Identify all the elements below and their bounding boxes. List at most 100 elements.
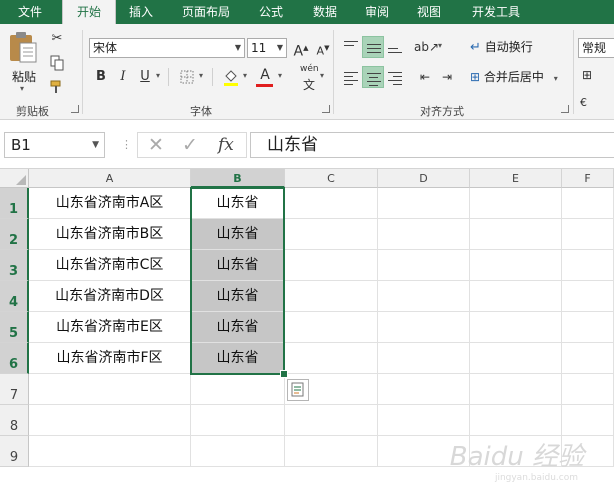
- cell-d6[interactable]: [378, 343, 470, 374]
- borders-button[interactable]: [176, 66, 198, 88]
- row-header-7[interactable]: 7: [0, 374, 29, 405]
- cell-e2[interactable]: [470, 219, 562, 250]
- column-header-b[interactable]: B: [191, 169, 285, 188]
- column-header-a[interactable]: A: [29, 169, 191, 188]
- tab-formulas[interactable]: 公式: [248, 0, 294, 24]
- cell-a6[interactable]: 山东省济南市F区: [29, 343, 191, 374]
- cell-c3[interactable]: [285, 250, 378, 281]
- tab-file[interactable]: 文件: [0, 0, 60, 24]
- tab-insert[interactable]: 插入: [118, 0, 164, 24]
- column-header-d[interactable]: D: [378, 169, 470, 188]
- phonetic-guide-button[interactable]: wén: [300, 64, 319, 74]
- align-center-button[interactable]: [362, 66, 384, 88]
- column-header-e[interactable]: E: [470, 169, 562, 188]
- cell-e7[interactable]: [470, 374, 562, 405]
- font-size-select[interactable]: 11 ▼: [247, 38, 287, 58]
- paste-button[interactable]: 粘贴 ▾: [6, 30, 42, 96]
- chevron-down-icon[interactable]: ▾: [243, 71, 247, 80]
- cell-d4[interactable]: [378, 281, 470, 312]
- row-header-8[interactable]: 8: [0, 405, 29, 436]
- cell-d2[interactable]: [378, 219, 470, 250]
- font-launcher-icon[interactable]: [322, 105, 330, 113]
- insert-function-button[interactable]: fx: [218, 133, 234, 157]
- tab-review[interactable]: 审阅: [354, 0, 400, 24]
- cell-a5[interactable]: 山东省济南市E区: [29, 312, 191, 343]
- underline-button[interactable]: U: [134, 66, 156, 88]
- cell-d3[interactable]: [378, 250, 470, 281]
- cell-b9[interactable]: [191, 436, 285, 467]
- cell-b8[interactable]: [191, 405, 285, 436]
- cancel-button[interactable]: ✕: [148, 133, 164, 157]
- cell-a7[interactable]: [29, 374, 191, 405]
- cut-button[interactable]: ✂: [46, 28, 68, 50]
- align-top-button[interactable]: [340, 36, 362, 58]
- cell-a8[interactable]: [29, 405, 191, 436]
- row-header-2[interactable]: 2: [0, 219, 29, 250]
- column-header-c[interactable]: C: [285, 169, 378, 188]
- font-name-select[interactable]: 宋体 ▼: [89, 38, 245, 58]
- font-color-button[interactable]: A: [254, 64, 276, 86]
- tab-developer[interactable]: 开发工具: [460, 0, 532, 24]
- cell-e8[interactable]: [470, 405, 562, 436]
- cell-c1[interactable]: [285, 188, 378, 219]
- cell-f8[interactable]: [562, 405, 614, 436]
- copy-button[interactable]: [46, 52, 68, 74]
- cell-e6[interactable]: [470, 343, 562, 374]
- auto-fill-options-button[interactable]: [287, 379, 309, 401]
- chevron-down-icon[interactable]: ▾: [278, 71, 282, 80]
- cell-f5[interactable]: [562, 312, 614, 343]
- cell-d7[interactable]: [378, 374, 470, 405]
- bold-button[interactable]: B: [90, 66, 112, 88]
- cell-f7[interactable]: [562, 374, 614, 405]
- cell-b7[interactable]: [191, 374, 285, 405]
- cell-f2[interactable]: [562, 219, 614, 250]
- chevron-down-icon[interactable]: ▼: [92, 133, 99, 157]
- cell-a1[interactable]: 山东省济南市A区: [29, 188, 191, 219]
- cell-e5[interactable]: [470, 312, 562, 343]
- increase-indent-button[interactable]: ⇥: [436, 66, 458, 88]
- fill-color-button[interactable]: [220, 66, 242, 88]
- formula-input[interactable]: 山东省: [250, 132, 614, 158]
- cell-c4[interactable]: [285, 281, 378, 312]
- cell-a9[interactable]: [29, 436, 191, 467]
- italic-button[interactable]: I: [112, 66, 134, 88]
- row-header-3[interactable]: 3: [0, 250, 29, 281]
- cell-d1[interactable]: [378, 188, 470, 219]
- row-header-9[interactable]: 9: [0, 436, 29, 467]
- align-left-button[interactable]: [340, 66, 362, 88]
- enter-button[interactable]: ✓: [182, 133, 198, 157]
- row-header-4[interactable]: 4: [0, 281, 29, 312]
- cell-b3[interactable]: 山东省: [191, 250, 285, 281]
- row-header-6[interactable]: 6: [0, 343, 29, 374]
- cell-c9[interactable]: [285, 436, 378, 467]
- column-header-f[interactable]: F: [562, 169, 614, 188]
- cell-d8[interactable]: [378, 405, 470, 436]
- cell-e3[interactable]: [470, 250, 562, 281]
- align-bottom-button[interactable]: [384, 36, 406, 58]
- cell-b1[interactable]: 山东省: [191, 188, 285, 219]
- cell-b5[interactable]: 山东省: [191, 312, 285, 343]
- cell-b2[interactable]: 山东省: [191, 219, 285, 250]
- align-middle-button[interactable]: [362, 36, 384, 58]
- align-right-button[interactable]: [384, 66, 406, 88]
- decimal-format-icon[interactable]: €: [580, 96, 587, 109]
- cell-a3[interactable]: 山东省济南市C区: [29, 250, 191, 281]
- tab-home[interactable]: 开始: [62, 0, 116, 25]
- chevron-down-icon[interactable]: ▾: [438, 41, 442, 50]
- grow-font-button[interactable]: A▲: [290, 37, 312, 60]
- cell-a2[interactable]: 山东省济南市B区: [29, 219, 191, 250]
- format-painter-button[interactable]: [46, 76, 68, 98]
- cell-b4[interactable]: 山东省: [191, 281, 285, 312]
- cell-e4[interactable]: [470, 281, 562, 312]
- clipboard-launcher-icon[interactable]: [71, 105, 79, 113]
- cell-f4[interactable]: [562, 281, 614, 312]
- cell-c2[interactable]: [285, 219, 378, 250]
- decrease-indent-button[interactable]: ⇤: [414, 66, 436, 88]
- cell-c8[interactable]: [285, 405, 378, 436]
- tab-data[interactable]: 数据: [302, 0, 348, 24]
- alignment-launcher-icon[interactable]: [561, 105, 569, 113]
- number-format-select[interactable]: 常规: [578, 38, 614, 58]
- currency-format-icon[interactable]: ⊞: [582, 68, 592, 82]
- tab-page-layout[interactable]: 页面布局: [170, 0, 242, 24]
- cell-d5[interactable]: [378, 312, 470, 343]
